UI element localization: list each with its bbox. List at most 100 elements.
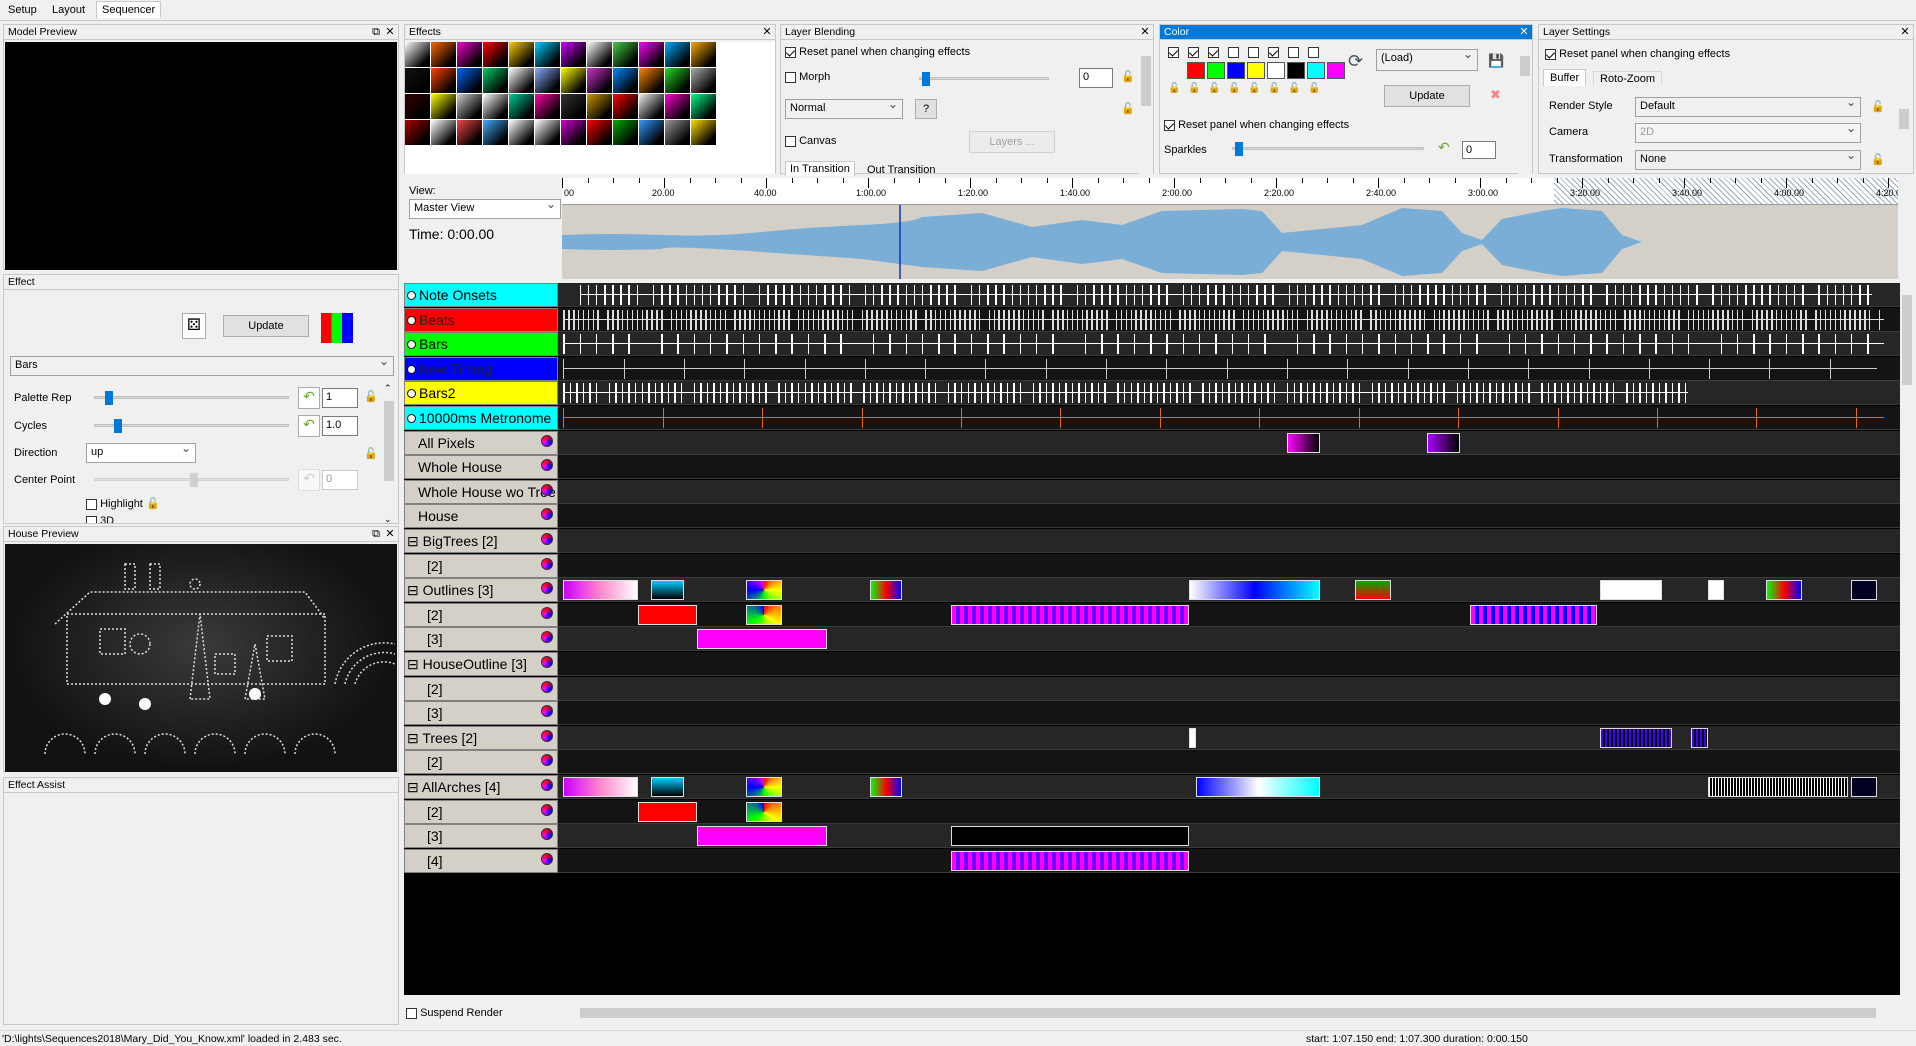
timing-mark[interactable] xyxy=(1727,309,1729,330)
effect-tile-icon[interactable] xyxy=(457,68,482,93)
timing-mark[interactable] xyxy=(1802,285,1804,305)
timing-mark[interactable] xyxy=(1145,309,1147,330)
timing-mark[interactable] xyxy=(1391,383,1393,404)
blend-help-button[interactable]: ? xyxy=(915,99,937,119)
lb-scrollbar[interactable] xyxy=(1139,42,1153,174)
timing-mark[interactable] xyxy=(620,285,622,305)
timing-mark[interactable] xyxy=(905,285,908,305)
timing-mark[interactable] xyxy=(734,309,736,330)
timing-mark[interactable] xyxy=(621,383,624,404)
timing-mark[interactable] xyxy=(1378,285,1380,305)
timing-mark[interactable] xyxy=(1575,309,1577,330)
timing-mark[interactable] xyxy=(656,309,658,330)
timing-mark[interactable] xyxy=(1645,383,1648,404)
render-mode-icon[interactable] xyxy=(541,680,553,693)
timing-mark[interactable] xyxy=(1541,285,1543,305)
timing-mark[interactable] xyxy=(1352,383,1354,404)
sequencer-row[interactable]: [3] xyxy=(404,824,1900,849)
morph-checkbox[interactable]: Morph xyxy=(785,71,830,83)
timing-mark[interactable] xyxy=(1629,309,1631,330)
timing-mark[interactable] xyxy=(934,383,937,404)
timing-mark[interactable] xyxy=(938,334,940,355)
timing-mark[interactable] xyxy=(987,285,989,305)
timing-mark[interactable] xyxy=(1313,383,1315,404)
timing-mark[interactable] xyxy=(978,285,981,305)
timing-mark[interactable] xyxy=(1427,334,1429,355)
timing-mark[interactable] xyxy=(1769,285,1771,305)
close-icon[interactable]: ✕ xyxy=(1899,25,1911,39)
timing-mark[interactable] xyxy=(974,309,976,330)
timing-mark[interactable] xyxy=(1252,309,1255,330)
timing-mark[interactable] xyxy=(925,358,927,379)
timing-mark[interactable] xyxy=(1859,309,1861,330)
timing-mark[interactable] xyxy=(1573,383,1576,404)
timing-mark[interactable] xyxy=(804,383,806,404)
sequencer-row[interactable]: ⊟ Outlines [3] xyxy=(404,578,1900,603)
timing-mark[interactable] xyxy=(1166,285,1168,305)
timing-mark[interactable] xyxy=(1720,334,1723,355)
timing-mark[interactable] xyxy=(902,383,904,404)
effects-track[interactable] xyxy=(560,381,1900,405)
color-swatch[interactable] xyxy=(1227,62,1245,79)
timing-mark[interactable] xyxy=(900,309,903,330)
timing-mark[interactable] xyxy=(1673,309,1675,330)
effect-tile-icon[interactable] xyxy=(535,68,560,93)
timing-mark[interactable] xyxy=(827,309,829,330)
effect-block[interactable] xyxy=(1707,580,1724,601)
timing-mark[interactable] xyxy=(921,334,924,355)
timing-mark[interactable] xyxy=(1775,309,1778,330)
timing-mark[interactable] xyxy=(882,383,885,404)
timing-mark[interactable] xyxy=(1044,285,1046,305)
timing-mark[interactable] xyxy=(1565,285,1568,305)
render-mode-icon[interactable] xyxy=(541,852,553,865)
timing-mark[interactable] xyxy=(1648,358,1650,379)
timing-mark[interactable] xyxy=(807,334,810,355)
timing-mark[interactable] xyxy=(1547,383,1550,404)
effect-block[interactable] xyxy=(1427,432,1460,453)
timing-mark[interactable] xyxy=(1459,334,1462,355)
timing-mark[interactable] xyxy=(791,383,793,404)
timing-mark[interactable] xyxy=(1761,309,1763,330)
timing-mark[interactable] xyxy=(595,334,598,355)
timing-mark[interactable] xyxy=(582,383,585,404)
timing-mark[interactable] xyxy=(1164,309,1167,330)
effect-tile-icon[interactable] xyxy=(535,94,560,119)
timing-mark[interactable] xyxy=(1045,383,1048,404)
timing-mark[interactable] xyxy=(1802,334,1804,355)
timing-mark[interactable] xyxy=(1311,309,1313,330)
timing-mark[interactable] xyxy=(661,334,663,355)
effect-block[interactable] xyxy=(1691,727,1708,748)
timing-mark[interactable] xyxy=(1614,285,1617,305)
timing-mark[interactable] xyxy=(1826,285,1828,305)
timing-mark[interactable] xyxy=(693,285,696,305)
timing-mark[interactable] xyxy=(993,383,996,404)
timing-mark[interactable] xyxy=(881,285,883,305)
timing-mark[interactable] xyxy=(1595,309,1597,330)
timing-mark[interactable] xyxy=(1329,285,1331,305)
timing-mark[interactable] xyxy=(1117,285,1119,305)
timing-mark[interactable] xyxy=(1410,285,1413,305)
timing-mark[interactable] xyxy=(1502,309,1504,330)
timing-mark[interactable] xyxy=(1407,358,1409,379)
timing-mark[interactable] xyxy=(824,383,826,404)
timing-mark[interactable] xyxy=(881,309,883,330)
row-label[interactable]: Bars2 xyxy=(404,381,558,406)
timing-mark[interactable] xyxy=(742,334,745,355)
timing-mark[interactable] xyxy=(646,309,648,330)
timing-mark[interactable] xyxy=(791,334,793,355)
timing-mark[interactable] xyxy=(661,285,663,305)
row-label[interactable]: [2] xyxy=(404,676,558,701)
timing-mark[interactable] xyxy=(1247,285,1250,305)
timing-mark[interactable] xyxy=(1655,285,1657,305)
timing-mark[interactable] xyxy=(1624,309,1626,330)
timing-mark[interactable] xyxy=(726,334,728,355)
timing-mark[interactable] xyxy=(636,309,639,330)
effect-tile-icon[interactable] xyxy=(483,68,508,93)
timing-mark[interactable] xyxy=(569,383,572,404)
effects-track[interactable] xyxy=(560,578,1900,602)
timing-mark[interactable] xyxy=(1536,309,1538,330)
timing-mark[interactable] xyxy=(1035,334,1038,355)
timing-mark[interactable] xyxy=(974,383,976,404)
timing-mark[interactable] xyxy=(1653,309,1656,330)
timing-mark[interactable] xyxy=(1013,309,1015,330)
